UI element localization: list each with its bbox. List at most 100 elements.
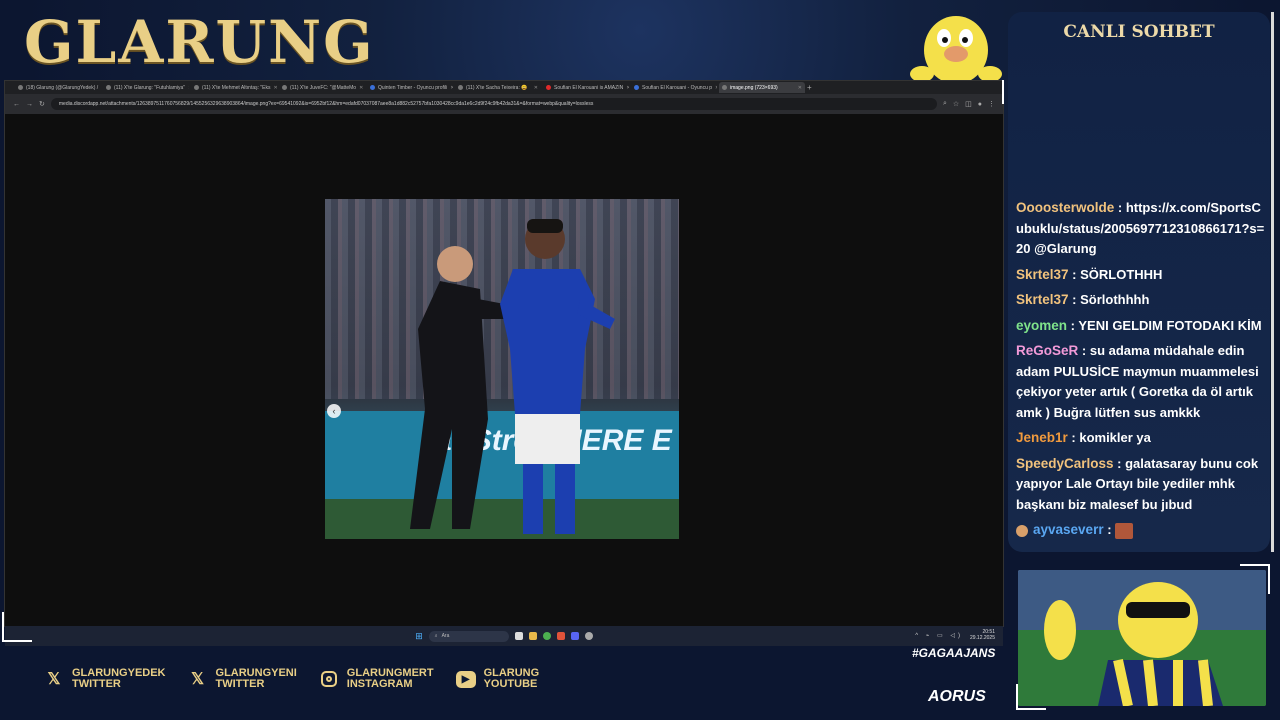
windows-start-icon[interactable]: ⊞ bbox=[415, 631, 423, 642]
close-icon[interactable]: ✕ bbox=[715, 85, 717, 91]
new-tab-button[interactable]: + bbox=[807, 83, 812, 92]
chat-username[interactable]: Skrtel37 bbox=[1016, 292, 1069, 307]
x-icon bbox=[106, 85, 111, 90]
chat-username[interactable]: Oooosterwolde bbox=[1016, 200, 1114, 215]
file-explorer-icon[interactable] bbox=[528, 632, 537, 640]
chat-username[interactable]: ayvaseverr bbox=[1033, 522, 1104, 537]
channel-logo: GLARUNG bbox=[24, 8, 375, 76]
chat-text: Sörlothhhh bbox=[1080, 292, 1150, 307]
search-placeholder: Ara bbox=[441, 633, 450, 639]
emote-icon bbox=[1115, 522, 1134, 539]
tab-label: (11) X'te Glarung: "Futuhlamiya" bbox=[114, 84, 186, 91]
chat-scrollbar[interactable] bbox=[1271, 12, 1274, 552]
profile-icon[interactable]: ● bbox=[978, 101, 982, 108]
social-twitter-yedek[interactable]: 𝕏 GLARUNGYEDEK TWITTER bbox=[44, 668, 166, 690]
taskbar-search-input[interactable]: ⌕ Ara bbox=[428, 630, 509, 642]
tab-bar: (18) Glarung (@GlarungYedek) /✕ (11) X't… bbox=[5, 81, 1003, 94]
browser-tab[interactable]: Soufian El Karouani is AMAZIN ✕ bbox=[543, 82, 629, 93]
browser-tab[interactable]: (11) X'te JuveFC: "@MatteMo ✕ bbox=[279, 82, 365, 93]
social-platform: TWITTER bbox=[215, 678, 265, 690]
hashtag-label: #GAGAAJANS bbox=[912, 646, 996, 660]
player-figure-icon bbox=[500, 219, 615, 534]
star-icon[interactable]: ☆ bbox=[953, 100, 959, 108]
discord-icon[interactable] bbox=[570, 632, 579, 640]
site-icon bbox=[370, 85, 375, 90]
system-tray-icons[interactable]: ^ ⌁ ▭ ◁) bbox=[915, 632, 963, 639]
frame-corner bbox=[998, 80, 1004, 104]
social-twitter-yeni[interactable]: 𝕏 GLARUNGYENI TWITTER bbox=[188, 668, 297, 690]
close-icon[interactable]: ✕ bbox=[534, 85, 538, 91]
social-platform: TWITTER bbox=[72, 678, 121, 690]
chat-title: CANLI SOHBET bbox=[1063, 22, 1215, 42]
chat-message: ReGoSeR : su adama müdahale edin adam PU… bbox=[1016, 343, 1259, 420]
url-field[interactable]: media.discordapp.net/attachments/1263897… bbox=[50, 98, 937, 110]
youtube-icon: ▶ bbox=[455, 669, 476, 689]
tab-label: (11) X'te JuveFC: "@MatteMo bbox=[290, 84, 357, 91]
site-icon bbox=[634, 85, 639, 90]
brave-icon[interactable] bbox=[556, 632, 565, 640]
extensions-icon[interactable]: ◫ bbox=[965, 100, 972, 108]
close-icon[interactable]: ✕ bbox=[798, 85, 802, 91]
tab-label: image.png (723×693) bbox=[730, 84, 778, 91]
social-instagram[interactable]: GLARUNGMERT INSTAGRAM bbox=[319, 668, 434, 690]
mascot-webcam-icon bbox=[1018, 570, 1266, 706]
instagram-icon bbox=[319, 669, 339, 689]
x-icon bbox=[282, 85, 287, 90]
social-youtube[interactable]: ▶ GLARUNG YOUTUBE bbox=[455, 668, 539, 690]
chat-username[interactable]: eyomen bbox=[1016, 318, 1067, 333]
back-icon[interactable]: ← bbox=[13, 101, 20, 108]
chat-username[interactable]: Jeneb1r bbox=[1016, 430, 1068, 445]
chat-text: SÖRLOTHHH bbox=[1080, 266, 1163, 282]
forward-icon[interactable]: → bbox=[26, 101, 33, 108]
task-view-icon[interactable] bbox=[514, 632, 523, 640]
x-icon bbox=[458, 85, 463, 90]
frame-corner bbox=[2, 612, 32, 642]
browser-tab[interactable]: (11) X'te Mehmet Altıntaş: "Eks ✕ bbox=[191, 82, 277, 93]
football-photo: ar Stre CHERE E bbox=[325, 199, 679, 539]
chat-message: ayvaseverr : bbox=[1016, 520, 1266, 541]
tab-label: Soufian El Karouani is AMAZIN bbox=[554, 84, 624, 91]
reload-icon[interactable]: ↻ bbox=[39, 100, 45, 108]
x-icon bbox=[194, 85, 199, 90]
live-chat-panel: CANLI SOHBET Oooosterwolde : https://x.c… bbox=[1008, 12, 1270, 552]
globe-icon bbox=[722, 85, 727, 90]
x-icon bbox=[18, 85, 23, 90]
browser-tab-active[interactable]: image.png (723×693) ✕ bbox=[719, 82, 805, 93]
menu-icon[interactable]: ⋮ bbox=[988, 100, 995, 108]
chat-messages: Oooosterwolde : https://x.com/SportsCubu… bbox=[1016, 198, 1266, 546]
image-viewer: ar Stre CHERE E ‹ ⊞ ⌕Ara bbox=[5, 114, 1003, 646]
social-links: 𝕏 GLARUNGYEDEK TWITTER 𝕏 GLARUNGYENI TWITT… bbox=[44, 668, 540, 690]
mascot-duck-icon bbox=[910, 16, 1002, 84]
tab-label: (11) X'te Mehmet Altıntaş: "Eks bbox=[202, 84, 271, 91]
chrome-icon[interactable] bbox=[542, 632, 551, 640]
obs-icon[interactable] bbox=[584, 632, 593, 640]
close-icon[interactable]: ✕ bbox=[188, 85, 189, 91]
chat-username[interactable]: Skrtel37 bbox=[1016, 267, 1069, 282]
chat-message: eyomen : YENI GELDIM FOTODAKI KİM bbox=[1016, 317, 1262, 333]
close-icon[interactable]: ✕ bbox=[359, 85, 363, 91]
chat-username[interactable]: ReGoSeR bbox=[1016, 343, 1078, 358]
clock[interactable]: 20:51 29.12.2025 bbox=[970, 629, 995, 641]
zoom-icon[interactable]: ⌕ bbox=[943, 100, 947, 108]
sponsor-logo: AORUS bbox=[928, 688, 986, 705]
browser-tab[interactable]: (11) X'te Sacha Teixeira: 😀 ✕ bbox=[455, 82, 541, 93]
close-icon[interactable]: ✕ bbox=[450, 85, 453, 91]
chat-message: Skrtel37 : SÖRLOTHHH bbox=[1016, 266, 1163, 282]
close-icon[interactable]: ✕ bbox=[626, 85, 629, 91]
chat-username[interactable]: SpeedyCarloss bbox=[1016, 456, 1114, 471]
x-icon: 𝕏 bbox=[47, 671, 61, 688]
social-platform: YOUTUBE bbox=[483, 678, 538, 690]
close-icon[interactable]: ✕ bbox=[274, 85, 278, 91]
browser-tab[interactable]: (11) X'te Glarung: "Futuhlamiya"✕ bbox=[103, 82, 189, 93]
chat-message: SpeedyCarloss : galatasaray bunu cok yap… bbox=[1016, 455, 1259, 512]
previous-image-button[interactable]: ‹ bbox=[327, 404, 341, 418]
browser-tab[interactable]: (18) Glarung (@GlarungYedek) /✕ bbox=[15, 82, 101, 93]
address-bar-row: ← → ↻ media.discordapp.net/attachments/1… bbox=[5, 94, 1003, 114]
browser-tab[interactable]: Quinten Timber - Oyuncu profili ✕ bbox=[367, 82, 453, 93]
clock-date: 29.12.2025 bbox=[969, 635, 995, 641]
webcam-mascot bbox=[1018, 570, 1266, 706]
chat-message: Oooosterwolde : https://x.com/SportsCubu… bbox=[1016, 200, 1265, 256]
tab-label: Quinten Timber - Oyuncu profili bbox=[378, 84, 448, 91]
browser-tab[interactable]: Soufian El Karouani - Oyuncu p✕ bbox=[631, 82, 717, 93]
chat-message: Jeneb1r : komikler ya bbox=[1016, 430, 1151, 445]
